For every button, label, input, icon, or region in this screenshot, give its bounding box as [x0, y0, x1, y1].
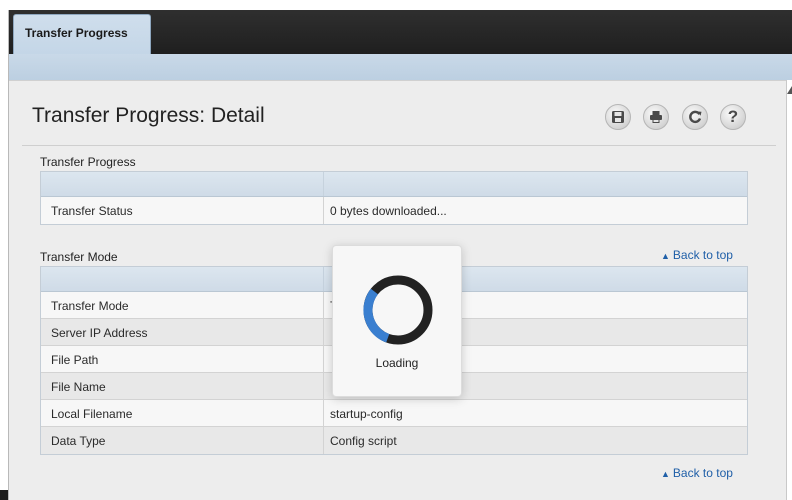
window-frame-right [786, 80, 787, 500]
table-row: Transfer Status 0 bytes downloaded... [41, 197, 747, 224]
panel-top-border [9, 80, 786, 81]
row-value: Config script [330, 434, 397, 448]
tab-bar-band [9, 54, 792, 80]
section-title-transfer-progress: Transfer Progress [40, 155, 136, 169]
up-triangle-icon: ▲ [661, 251, 670, 261]
scroll-marker [787, 86, 792, 94]
back-to-top-link[interactable]: ▲ Back to top [661, 248, 733, 262]
tab-transfer-progress[interactable]: Transfer Progress [13, 14, 151, 54]
page-title: Transfer Progress: Detail [32, 104, 265, 127]
loading-dialog: Loading [332, 245, 462, 397]
loading-label: Loading [375, 356, 419, 370]
row-value: 0 bytes downloaded... [330, 204, 447, 218]
help-glyph: ? [727, 107, 739, 126]
row-label: Data Type [51, 434, 106, 448]
tab-label: Transfer Progress [25, 26, 128, 40]
table-row: Local Filename startup-config [41, 400, 747, 427]
row-label: Transfer Mode [51, 299, 129, 313]
title-divider [22, 145, 776, 146]
back-to-top-link-bottom[interactable]: ▲ Back to top [661, 466, 733, 480]
table-row: Data Type Config script [41, 427, 747, 454]
transfer-progress-table: Transfer Status 0 bytes downloaded... [40, 171, 748, 225]
save-icon[interactable] [605, 104, 631, 130]
section-title-transfer-mode: Transfer Mode [40, 250, 118, 264]
print-icon[interactable] [643, 104, 669, 130]
refresh-icon[interactable] [682, 104, 708, 130]
back-to-top-label: Back to top [672, 248, 733, 262]
row-label: Transfer Status [51, 204, 133, 218]
row-label: File Name [51, 380, 106, 394]
up-triangle-icon: ▲ [661, 469, 670, 479]
row-label: Server IP Address [51, 326, 148, 340]
help-icon[interactable]: ? [720, 104, 746, 130]
table-header [41, 172, 747, 197]
row-label: File Path [51, 353, 99, 367]
row-value: startup-config [330, 407, 403, 421]
back-to-top-label: Back to top [672, 466, 733, 480]
window-corner [0, 490, 8, 500]
row-label: Local Filename [51, 407, 133, 421]
loading-spinner-icon [363, 275, 433, 345]
